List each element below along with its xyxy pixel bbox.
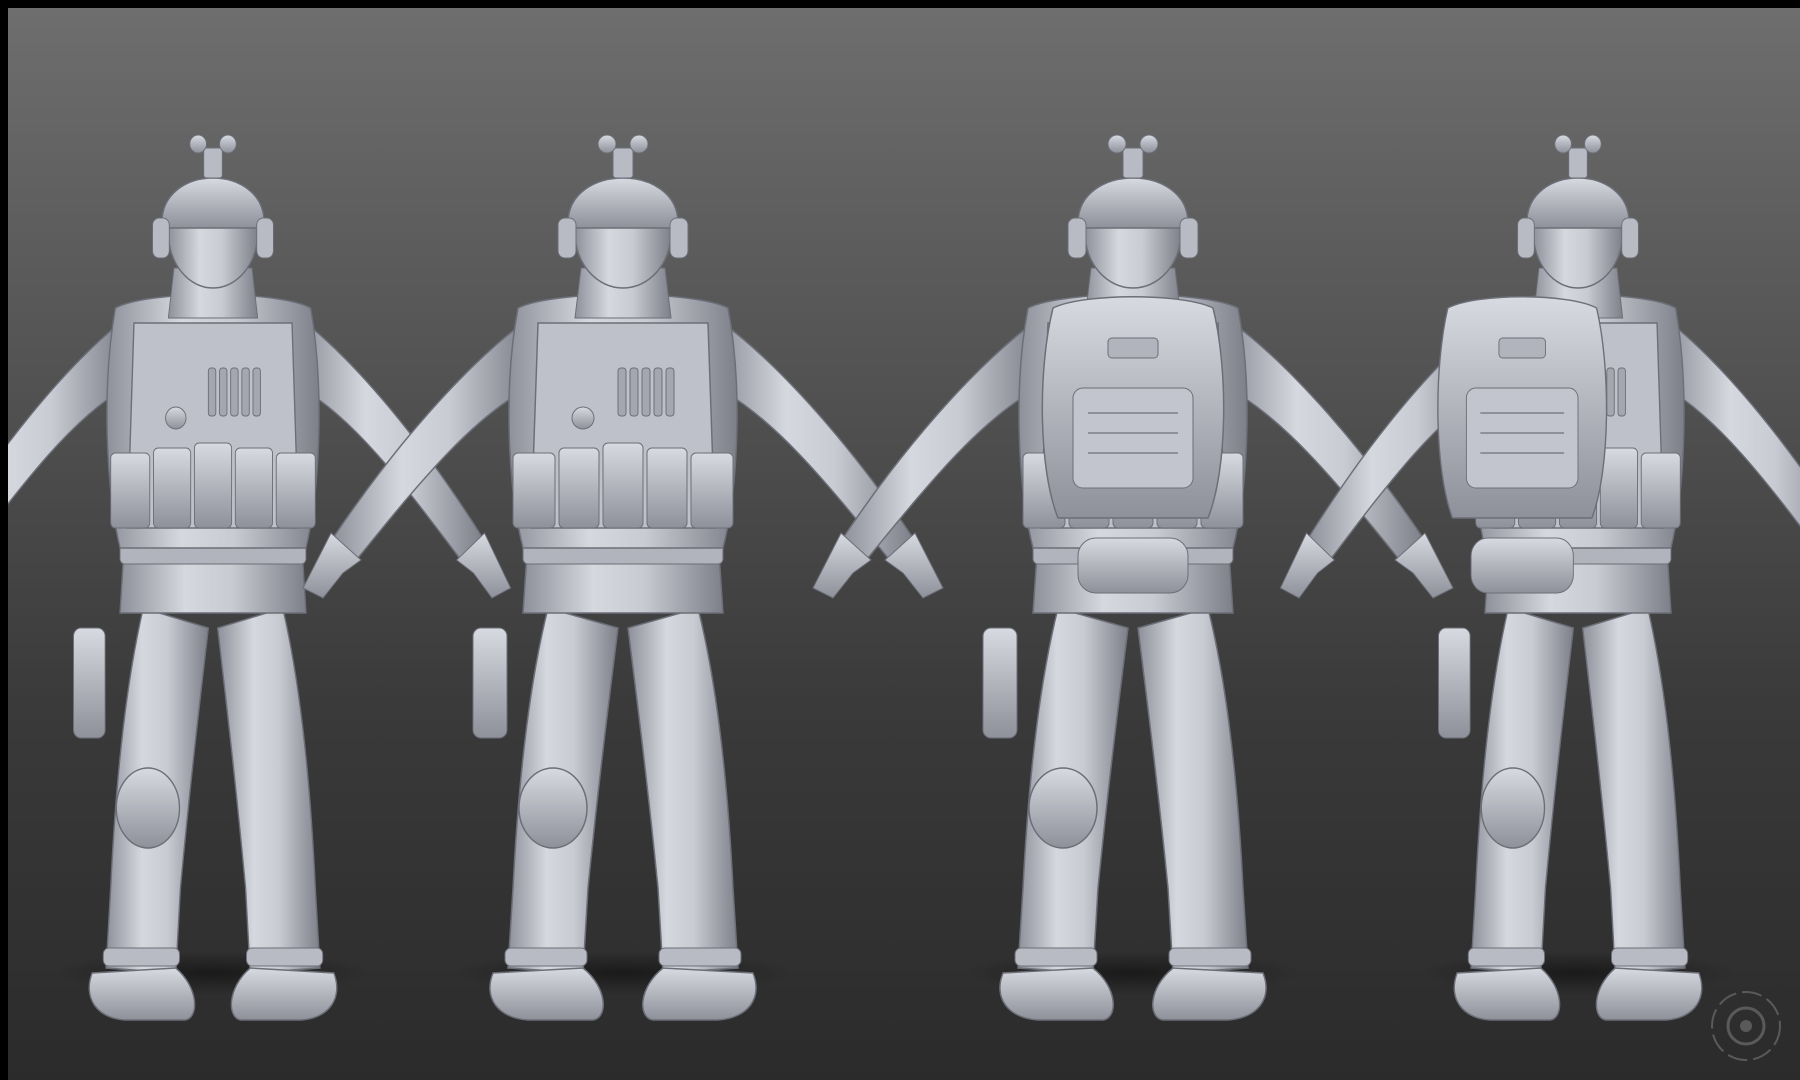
image-frame — [0, 0, 1800, 1080]
figure-three-quarter-back-right — [1279, 134, 1800, 1021]
concentric-circles-logo-icon — [1711, 991, 1781, 1061]
figure-three-quarter-front-left — [8, 134, 512, 1021]
turnaround-scene — [8, 134, 1800, 1021]
render-viewport — [8, 8, 1800, 1080]
